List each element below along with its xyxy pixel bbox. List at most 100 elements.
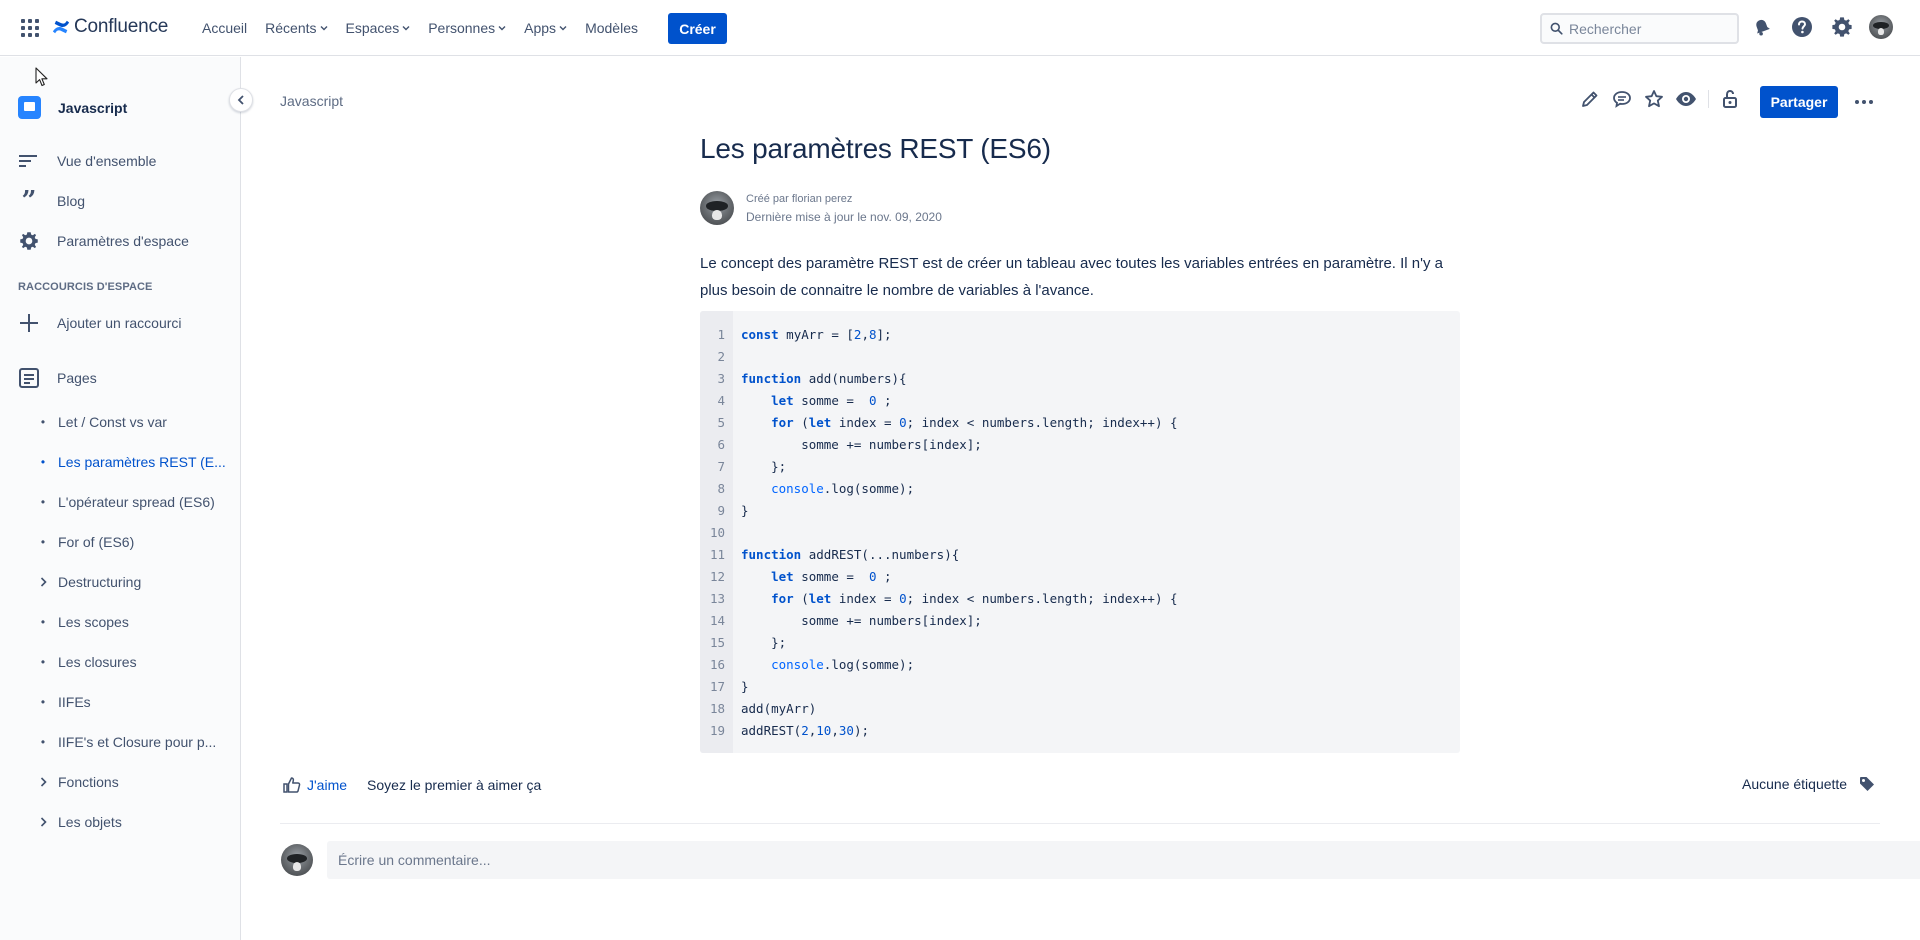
nav-item-label: Accueil	[202, 20, 248, 36]
space-header[interactable]: Javascript	[18, 96, 127, 119]
nav-item[interactable]: Accueil	[194, 12, 255, 44]
line-number: 9	[717, 503, 725, 518]
chevron-right-icon[interactable]	[38, 770, 48, 794]
search-input[interactable]	[1569, 20, 1729, 37]
page-tree-item[interactable]: For of (ES6)	[58, 530, 134, 554]
nav-item[interactable]: Espaces	[338, 12, 419, 44]
more-actions-icon[interactable]	[1852, 90, 1876, 114]
nav-item[interactable]: Modèles	[577, 12, 646, 44]
line-number: 7	[717, 459, 725, 474]
page-actions	[1578, 87, 1743, 111]
star-icon[interactable]	[1642, 87, 1666, 111]
primary-nav: Accueil Récents Espaces Personnes Apps Modèle…	[194, 0, 648, 56]
bullet-icon: •	[40, 455, 46, 469]
line-number: 17	[709, 679, 725, 694]
author-avatar[interactable]	[700, 191, 734, 225]
label-tag-icon[interactable]	[1859, 776, 1875, 792]
page-tree-item[interactable]: L'opérateur spread (ES6)	[58, 490, 215, 514]
app-switcher-icon[interactable]	[21, 19, 39, 37]
code-line: function addREST(...numbers){	[741, 547, 960, 562]
nav-item-label: Espaces	[345, 20, 400, 36]
line-number: 2	[717, 349, 725, 364]
bullet-icon: •	[40, 415, 46, 429]
like-prompt: Soyez le premier à aimer ça	[367, 777, 542, 793]
page-paragraph: Le concept des paramètre REST est de cré…	[700, 255, 1443, 299]
help-icon[interactable]	[1789, 14, 1815, 40]
bullet-icon: •	[40, 615, 46, 629]
bullet-icon: •	[40, 655, 46, 669]
like-label: J'aime	[307, 777, 348, 793]
line-number: 10	[709, 525, 725, 540]
chevron-right-icon[interactable]	[38, 570, 48, 594]
nav-item[interactable]: Récents	[257, 12, 335, 44]
confluence-logo[interactable]: Confluence	[52, 16, 168, 38]
breadcrumb[interactable]: Javascript	[280, 93, 343, 109]
code-line: }	[741, 679, 749, 694]
page-tree-item[interactable]: Les objets	[58, 810, 122, 834]
comment-input[interactable]	[338, 852, 1920, 868]
space-icon	[18, 96, 41, 119]
last-updated[interactable]: Dernière mise à jour le nov. 09, 2020	[746, 208, 942, 226]
settings-icon[interactable]	[1829, 14, 1855, 40]
code-line: addREST(2,10,30);	[741, 723, 869, 738]
edit-icon[interactable]	[1578, 87, 1602, 111]
notifications-icon[interactable]	[1749, 14, 1775, 40]
page-tree-item[interactable]: IIFE's et Closure pour p...	[58, 730, 216, 754]
like-row: J'aime Soyez le premier à aimer ça	[283, 776, 541, 794]
comment-icon[interactable]	[1610, 87, 1634, 111]
line-number: 4	[717, 393, 725, 408]
comment-row	[281, 841, 1920, 879]
sidebar-item-blog[interactable]: ” Blog	[18, 186, 86, 216]
bullet-icon: •	[40, 535, 46, 549]
comment-box[interactable]	[327, 841, 1920, 879]
created-by[interactable]: Créé par florian perez	[746, 190, 942, 208]
sidebar-item-label: Blog	[57, 193, 86, 209]
line-number: 6	[717, 437, 725, 452]
collapse-sidebar-button[interactable]	[229, 88, 253, 112]
line-number: 12	[709, 569, 725, 584]
chevron-right-icon[interactable]	[38, 810, 48, 834]
sidebar-item-overview[interactable]: Vue d'ensemble	[18, 149, 156, 173]
sidebar-item-label: Ajouter un raccourci	[57, 315, 182, 331]
code-line: let somme = 0 ;	[771, 569, 892, 584]
page-tree-item[interactable]: Fonctions	[58, 770, 119, 794]
overview-icon	[18, 154, 40, 168]
nav-item[interactable]: Apps	[516, 12, 575, 44]
page-tree-item[interactable]: Destructuring	[58, 570, 141, 594]
sidebar-item-space-settings[interactable]: Paramètres d'espace	[18, 229, 189, 253]
page-tree-item[interactable]: Les closures	[58, 650, 137, 674]
restrictions-icon[interactable]	[1719, 87, 1743, 111]
code-line: console.log(somme);	[771, 481, 915, 496]
nav-item-label: Modèles	[585, 20, 638, 36]
page-tree-item[interactable]: Les scopes	[58, 610, 129, 634]
nav-item-label: Récents	[265, 20, 317, 36]
sidebar-item-pages[interactable]: Pages	[18, 366, 97, 390]
line-number: 14	[709, 613, 725, 628]
page-tree-item[interactable]: IIFEs	[58, 690, 91, 714]
code-line: }	[741, 503, 749, 518]
add-shortcut-button[interactable]: Ajouter un raccourci	[18, 311, 182, 335]
page-tree-item[interactable]: Let / Const vs var	[58, 410, 167, 434]
code-line: somme += numbers[index];	[741, 613, 982, 628]
page-tree-item[interactable]: Les paramètres REST (E...	[58, 450, 226, 474]
create-button[interactable]: Créer	[668, 13, 727, 44]
line-numbers: 1 2 3 4 5 6 7 8 9 10 11 12 13 14 15 16 17 18 19	[700, 311, 733, 753]
watch-icon[interactable]	[1674, 87, 1698, 111]
line-number: 8	[717, 481, 725, 496]
share-button[interactable]: Partager	[1760, 86, 1838, 118]
toolbar-divider	[1708, 90, 1709, 108]
search-icon	[1550, 22, 1563, 35]
search-box[interactable]	[1540, 13, 1739, 44]
quote-icon: ”	[21, 186, 37, 216]
line-number: 15	[709, 635, 725, 650]
code-line: };	[741, 635, 787, 650]
page-title: Les paramètres REST (ES6)	[700, 133, 1051, 164]
like-button[interactable]: J'aime	[283, 776, 347, 794]
plus-icon	[18, 314, 40, 332]
line-number: 19	[709, 723, 725, 738]
byline: Créé par florian perez Dernière mise à j…	[700, 190, 942, 226]
current-user-avatar	[281, 844, 313, 876]
profile-avatar[interactable]	[1869, 15, 1893, 39]
chevron-down-icon	[498, 26, 506, 31]
nav-item[interactable]: Personnes	[420, 12, 514, 44]
